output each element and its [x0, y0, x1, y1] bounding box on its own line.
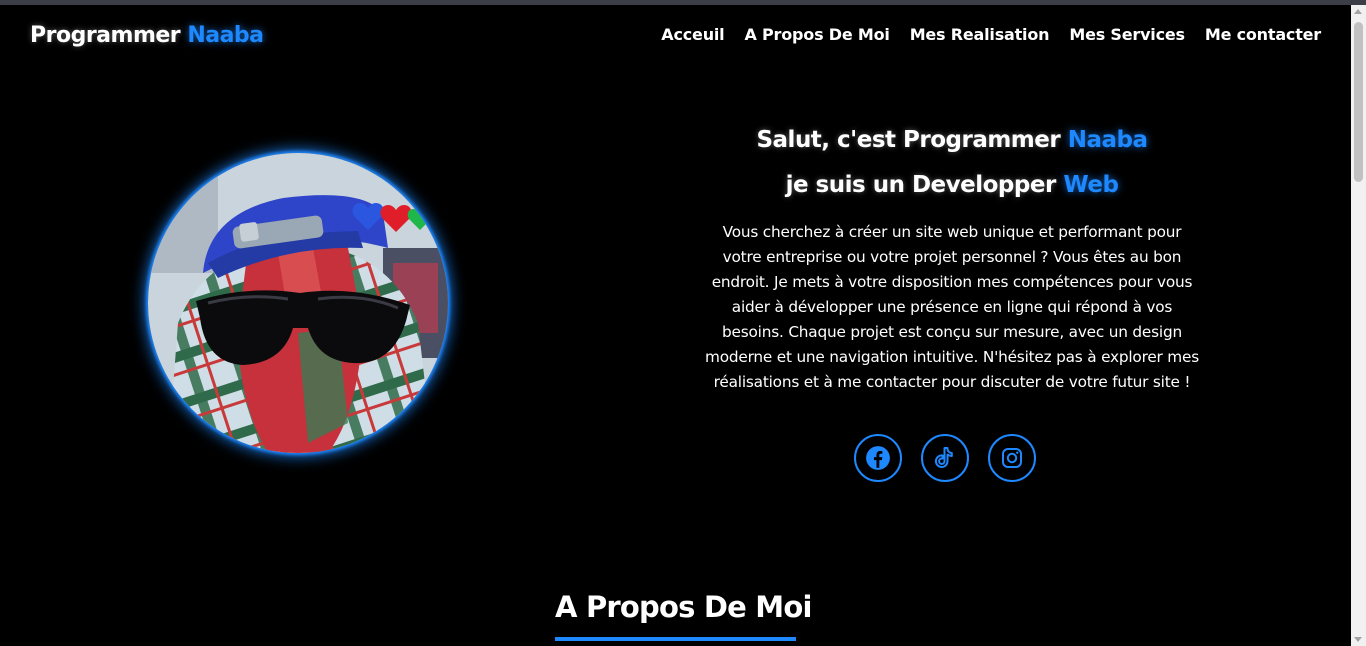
facebook-icon — [866, 446, 890, 470]
social-links — [854, 434, 1036, 482]
main-nav: Acceuil A Propos De Moi Mes Realisation … — [661, 25, 1321, 44]
hero-heading-line2: je suis un Developper Web — [690, 163, 1214, 208]
instagram-link[interactable] — [988, 434, 1036, 482]
hero-heading-line1-text: Salut, c'est Programmer — [756, 127, 1061, 153]
hero-heading-line1: Salut, c'est Programmer Naaba — [690, 118, 1214, 163]
hero-description: Vous cherchez à créer un site web unique… — [705, 223, 1199, 391]
about-section-title: A Propos De Moi — [555, 590, 812, 624]
logo-accent-text: Naaba — [187, 23, 264, 48]
scrollbar-thumb[interactable] — [1354, 22, 1363, 182]
nav-link-services[interactable]: Mes Services — [1069, 25, 1185, 44]
page-scrollbar[interactable] — [1351, 5, 1366, 646]
facebook-link[interactable] — [854, 434, 902, 482]
instagram-icon — [1002, 448, 1022, 468]
about-title-underline — [555, 637, 796, 641]
profile-photo — [148, 153, 448, 453]
scroll-down-arrow-icon[interactable] — [1354, 637, 1362, 642]
hero-heading-line2-accent: Web — [1063, 172, 1119, 198]
logo-text: Programmer — [30, 23, 181, 48]
site-logo[interactable]: Programmer Naaba — [30, 23, 264, 48]
tiktok-icon — [934, 447, 953, 469]
nav-link-contact[interactable]: Me contacter — [1205, 25, 1321, 44]
nav-link-realisation[interactable]: Mes Realisation — [910, 25, 1050, 44]
nav-link-acceuil[interactable]: Acceuil — [661, 25, 724, 44]
tiktok-link[interactable] — [921, 434, 969, 482]
profile-avatar — [148, 153, 448, 453]
window-top-strip — [0, 0, 1366, 5]
hero-section: Salut, c'est Programmer Naaba je suis un… — [690, 118, 1214, 395]
nav-link-a-propos[interactable]: A Propos De Moi — [744, 25, 889, 44]
scroll-up-arrow-icon[interactable] — [1354, 9, 1362, 14]
hero-heading-line2-text: je suis un Developper — [785, 172, 1057, 198]
hero-heading-line1-accent: Naaba — [1067, 127, 1148, 153]
